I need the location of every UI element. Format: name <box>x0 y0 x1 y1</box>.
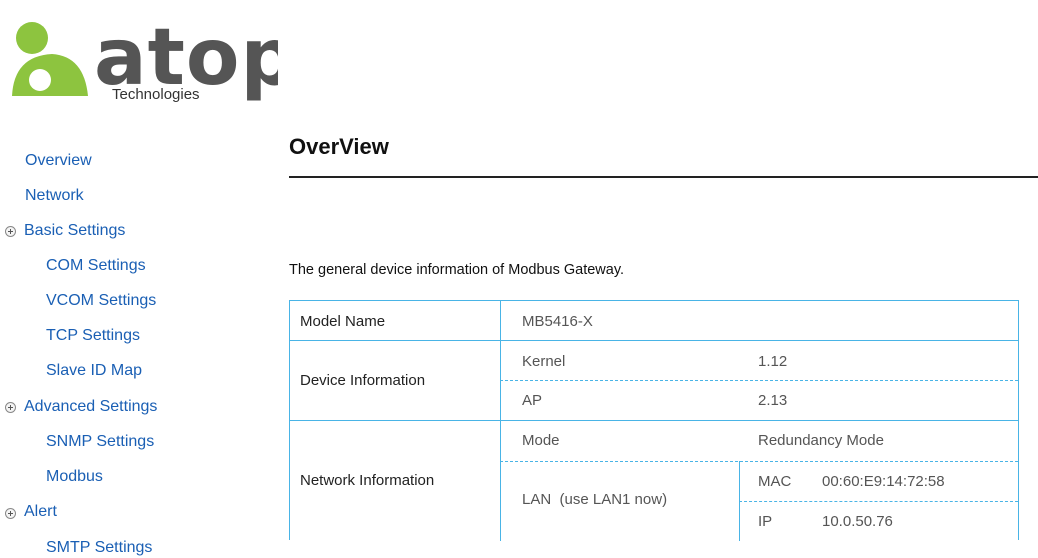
ap-value: 2.13 <box>758 392 788 409</box>
expand-toggle-icon[interactable] <box>5 402 16 413</box>
mac-value: 00:60:E9:14:72:58 <box>822 473 945 490</box>
lan-label: LAN (use LAN1 now) <box>522 491 668 508</box>
kernel-label: Kernel <box>522 353 566 370</box>
sidebar-item-com-settings[interactable]: COM Settings <box>46 256 146 276</box>
sidebar-group-advanced-settings[interactable]: Advanced Settings <box>24 397 157 417</box>
mode-label: Mode <box>522 432 560 449</box>
sidebar-item-smtp-settings[interactable]: SMTP Settings <box>46 538 152 558</box>
mode-value: Redundancy Mode <box>758 432 884 449</box>
sidebar-item-vcom-settings[interactable]: VCOM Settings <box>46 291 156 311</box>
expand-toggle-icon[interactable] <box>5 226 16 237</box>
network-information-label: Network Information <box>300 472 435 489</box>
row-divider <box>739 501 1018 502</box>
sidebar-group-alert[interactable]: Alert <box>24 502 57 522</box>
sidebar-item-network[interactable]: Network <box>25 186 84 206</box>
model-name-value: MB5416-X <box>522 313 593 330</box>
ip-value: 10.0.50.76 <box>822 513 893 530</box>
sidebar-item-slave-id-map[interactable]: Slave ID Map <box>46 361 142 381</box>
sidebar-group-basic-settings[interactable]: Basic Settings <box>24 221 125 241</box>
mac-label: MAC <box>758 473 792 490</box>
logo-tagline: Technologies <box>112 86 200 102</box>
row-divider <box>500 461 1018 462</box>
atop-logo: atop Technologies <box>12 13 278 102</box>
sidebar-item-tcp-settings[interactable]: TCP Settings <box>46 326 140 346</box>
device-information-label: Device Information <box>300 372 426 389</box>
kernel-value: 1.12 <box>758 353 788 370</box>
row-divider <box>290 420 1018 421</box>
row-divider <box>500 380 1018 381</box>
overview-info-table: Model Name MB5416-X Device Information K… <box>289 300 1019 541</box>
sidebar-item-snmp-settings[interactable]: SNMP Settings <box>46 432 154 452</box>
model-name-label: Model Name <box>300 313 386 330</box>
sidebar-item-modbus[interactable]: Modbus <box>46 467 103 487</box>
page-description: The general device information of Modbus… <box>289 262 625 278</box>
expand-toggle-icon[interactable] <box>5 508 16 519</box>
page-title: OverView <box>289 134 389 159</box>
ip-label: IP <box>758 513 773 530</box>
sidebar-item-overview[interactable]: Overview <box>25 151 92 171</box>
column-divider <box>500 301 501 541</box>
logo-mark <box>12 22 88 96</box>
title-divider <box>289 176 1038 178</box>
ap-label: AP <box>522 392 543 409</box>
row-divider <box>290 340 1018 341</box>
